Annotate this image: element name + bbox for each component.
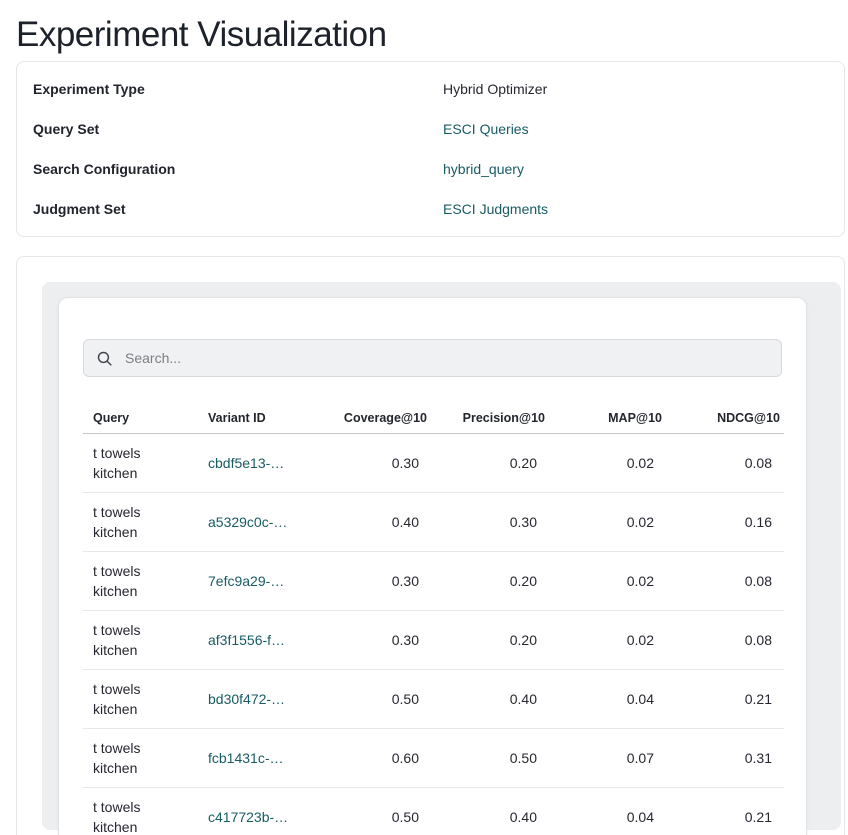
column-header: Variant ID xyxy=(198,405,313,434)
search-icon xyxy=(96,350,113,367)
table-row: t towels kitchen af3f1556-f… 0.300.200.020… xyxy=(83,611,784,670)
variant-cell: 7efc9a29-… xyxy=(198,552,313,611)
query-cell: t towels kitchen xyxy=(83,493,198,552)
metric-cell: 0.02 xyxy=(549,552,666,611)
column-header: MAP@10 xyxy=(549,405,666,434)
metric-cell: 0.50 xyxy=(431,729,549,788)
variant-link[interactable]: 7efc9a29-… xyxy=(208,573,284,589)
metadata-link[interactable]: hybrid_query xyxy=(443,161,524,177)
metric-cell: 0.31 xyxy=(666,729,784,788)
metric-cell: 0.08 xyxy=(666,611,784,670)
metric-cell: 0.21 xyxy=(666,788,784,835)
results-panel: QueryVariant IDCoverage@10Precision@10MA… xyxy=(42,282,841,830)
metadata-value: ESCI Judgments xyxy=(443,201,548,217)
table-row: t towels kitchen fcb1431c-… 0.600.500.070.… xyxy=(83,729,784,788)
metric-cell: 0.02 xyxy=(549,493,666,552)
table-row: t towels kitchen 7efc9a29-… 0.300.200.020.… xyxy=(83,552,784,611)
metric-cell: 0.08 xyxy=(666,552,784,611)
metric-cell: 0.30 xyxy=(313,611,431,670)
table-row: t towels kitchen a5329c0c-… 0.400.300.020.… xyxy=(83,493,784,552)
variant-link[interactable]: a5329c0c-… xyxy=(208,514,287,530)
table-row: t towels kitchen cbdf5e13-… 0.300.200.020.… xyxy=(83,434,784,493)
metric-cell: 0.40 xyxy=(431,788,549,835)
table-header-row: QueryVariant IDCoverage@10Precision@10MA… xyxy=(83,405,784,434)
metric-cell: 0.60 xyxy=(313,729,431,788)
variant-cell: cbdf5e13-… xyxy=(198,434,313,493)
variant-cell: af3f1556-f… xyxy=(198,611,313,670)
query-cell: t towels kitchen xyxy=(83,552,198,611)
search-input[interactable] xyxy=(123,349,769,367)
metadata-text: Hybrid Optimizer xyxy=(443,81,547,97)
experiment-metadata-card: Experiment TypeHybrid OptimizerQuery Set… xyxy=(16,61,845,237)
variant-link[interactable]: cbdf5e13-… xyxy=(208,455,284,471)
column-header: Query xyxy=(83,405,198,434)
metric-cell: 0.40 xyxy=(313,493,431,552)
column-header: NDCG@10 xyxy=(666,405,784,434)
metadata-link[interactable]: ESCI Queries xyxy=(443,121,529,137)
metadata-row: Search Configurationhybrid_query xyxy=(33,149,828,189)
metadata-label: Judgment Set xyxy=(33,201,443,217)
metadata-value: ESCI Queries xyxy=(443,121,529,137)
metric-cell: 0.16 xyxy=(666,493,784,552)
metadata-row: Judgment SetESCI Judgments xyxy=(33,189,828,229)
metric-cell: 0.07 xyxy=(549,729,666,788)
variant-cell: c417723b-… xyxy=(198,788,313,835)
metric-cell: 0.30 xyxy=(313,434,431,493)
variant-link[interactable]: fcb1431c-… xyxy=(208,750,283,766)
metadata-value: Hybrid Optimizer xyxy=(443,81,547,97)
metadata-row: Experiment TypeHybrid Optimizer xyxy=(33,69,828,109)
metric-cell: 0.02 xyxy=(549,611,666,670)
results-table: QueryVariant IDCoverage@10Precision@10MA… xyxy=(83,405,784,835)
metric-cell: 0.50 xyxy=(313,670,431,729)
metric-cell: 0.04 xyxy=(549,670,666,729)
metric-cell: 0.08 xyxy=(666,434,784,493)
variant-link[interactable]: af3f1556-f… xyxy=(208,632,285,648)
variant-cell: fcb1431c-… xyxy=(198,729,313,788)
query-cell: t towels kitchen xyxy=(83,434,198,493)
table-row: t towels kitchen c417723b-… 0.500.400.040.… xyxy=(83,788,784,835)
metric-cell: 0.30 xyxy=(313,552,431,611)
variant-link[interactable]: c417723b-… xyxy=(208,809,288,825)
page: Experiment Visualization Experiment Type… xyxy=(0,14,848,835)
query-cell: t towels kitchen xyxy=(83,729,198,788)
column-header: Precision@10 xyxy=(431,405,549,434)
metric-cell: 0.50 xyxy=(313,788,431,835)
table-row: t towels kitchen bd30f472-… 0.500.400.040.… xyxy=(83,670,784,729)
metadata-row: Query SetESCI Queries xyxy=(33,109,828,149)
metadata-label: Query Set xyxy=(33,121,443,137)
results-inner-card: QueryVariant IDCoverage@10Precision@10MA… xyxy=(58,297,807,835)
column-header: Coverage@10 xyxy=(313,405,431,434)
metric-cell: 0.20 xyxy=(431,611,549,670)
metric-cell: 0.02 xyxy=(549,434,666,493)
query-cell: t towels kitchen xyxy=(83,670,198,729)
page-title: Experiment Visualization xyxy=(16,14,848,56)
variant-link[interactable]: bd30f472-… xyxy=(208,691,285,707)
variant-cell: a5329c0c-… xyxy=(198,493,313,552)
table-body: t towels kitchencbdf5e13-…0.300.200.020.… xyxy=(83,434,784,835)
metric-cell: 0.04 xyxy=(549,788,666,835)
metric-cell: 0.20 xyxy=(431,434,549,493)
metric-cell: 0.40 xyxy=(431,670,549,729)
search-box xyxy=(83,339,782,377)
metadata-value: hybrid_query xyxy=(443,161,524,177)
variant-cell: bd30f472-… xyxy=(198,670,313,729)
results-outer-card: QueryVariant IDCoverage@10Precision@10MA… xyxy=(16,256,845,835)
metric-cell: 0.21 xyxy=(666,670,784,729)
metadata-link[interactable]: ESCI Judgments xyxy=(443,201,548,217)
metric-cell: 0.30 xyxy=(431,493,549,552)
query-cell: t towels kitchen xyxy=(83,611,198,670)
query-cell: t towels kitchen xyxy=(83,788,198,835)
metric-cell: 0.20 xyxy=(431,552,549,611)
metadata-label: Experiment Type xyxy=(33,81,443,97)
metadata-label: Search Configuration xyxy=(33,161,443,177)
